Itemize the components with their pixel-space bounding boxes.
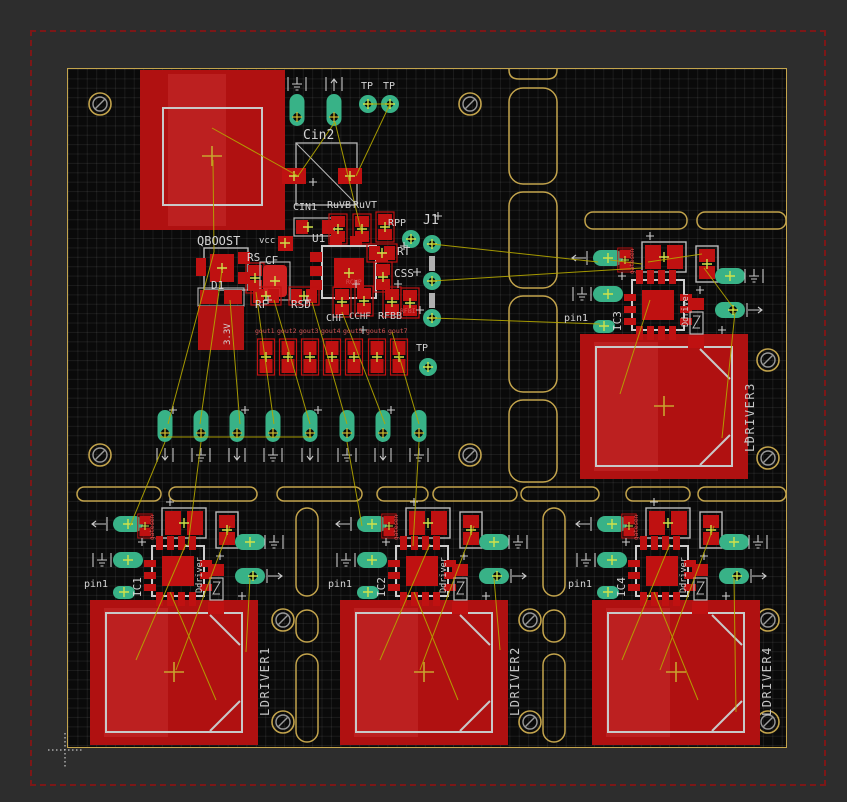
gout6-footprint xyxy=(369,339,386,375)
qboost-pad xyxy=(140,70,285,230)
via-pad xyxy=(402,230,420,248)
gout4-footprint xyxy=(324,339,341,375)
rsd-footprint xyxy=(289,287,319,305)
mounting-hole xyxy=(519,711,541,733)
connector-pad-row[interactable] xyxy=(157,410,428,462)
mounting-hole xyxy=(757,349,779,371)
input-pad xyxy=(290,94,305,126)
ic2-cluster xyxy=(336,498,527,614)
d1-footprint xyxy=(198,288,244,350)
qboost-footprint xyxy=(196,248,250,290)
mounting-hole xyxy=(757,711,779,733)
ldriver1-pad xyxy=(90,600,258,745)
power-pads[interactable] xyxy=(90,70,760,745)
ic3-cluster xyxy=(572,232,763,348)
ic1-cluster xyxy=(92,498,283,614)
mounting-hole xyxy=(519,609,541,631)
origin-crosshair xyxy=(48,733,82,767)
pcb-editor-canvas[interactable]: QBOOST Cin2 CIN1 RuVB RuVT RPP J1 U1 RT … xyxy=(0,0,847,802)
ldriver2-pad xyxy=(340,600,508,745)
mounting-hole xyxy=(89,444,111,466)
rfbi-footprint xyxy=(401,288,419,318)
vcc-pad xyxy=(278,236,293,251)
mounting-hole xyxy=(272,609,294,631)
mounting-hole xyxy=(89,93,111,115)
cchf-footprint xyxy=(355,286,373,316)
gout1-footprint xyxy=(258,339,275,375)
board-graphics xyxy=(0,0,847,802)
mounting-hole xyxy=(272,711,294,733)
mounting-hole xyxy=(757,447,779,469)
slot-partial-top xyxy=(509,68,557,79)
tp-pad xyxy=(419,358,437,376)
cin1-footprint xyxy=(294,218,334,236)
mounting-hole xyxy=(459,444,481,466)
rfbb-footprint xyxy=(383,287,401,317)
mounting-hole xyxy=(459,93,481,115)
mounting-hole xyxy=(757,609,779,631)
rpp-footprint xyxy=(376,212,394,242)
gout3-footprint xyxy=(302,339,319,375)
ic4-cluster xyxy=(576,498,767,614)
input-pad xyxy=(327,94,342,126)
ldriver3-pad xyxy=(580,334,748,479)
